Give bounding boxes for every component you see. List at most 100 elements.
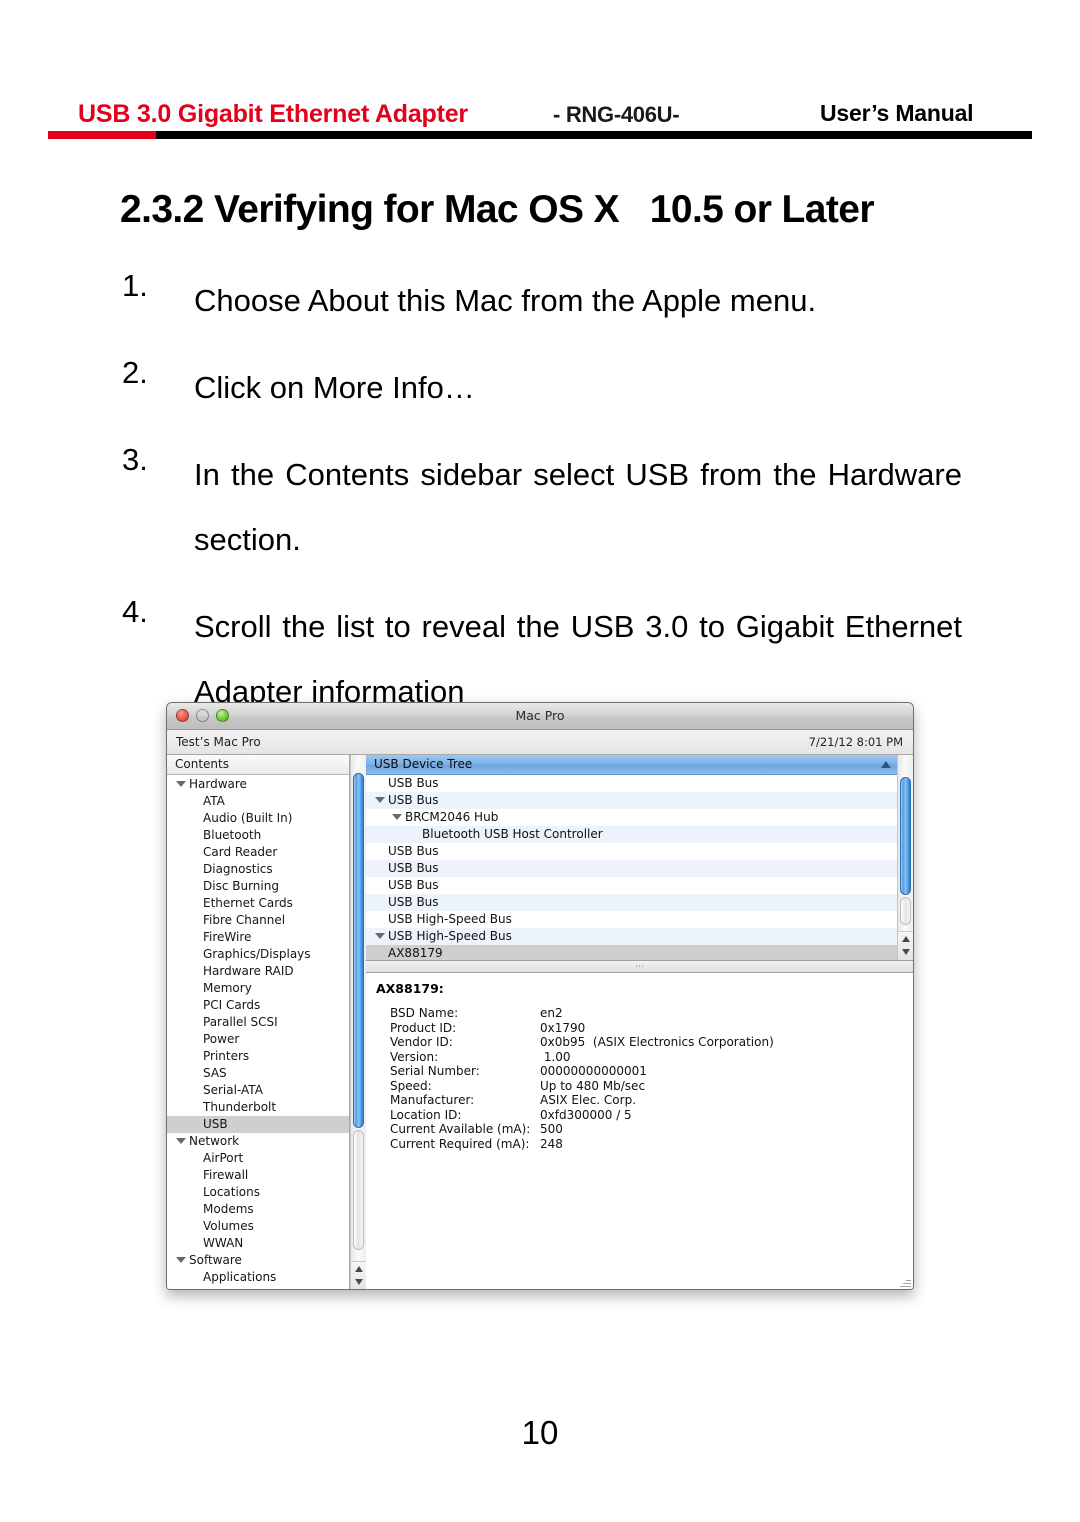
list-item-number: 3. (122, 442, 148, 477)
detail-key: Current Available (mA): (390, 1122, 531, 1136)
device-tree-scroll-arrows[interactable] (898, 931, 913, 960)
sidebar-item-usb[interactable]: USB (167, 1116, 349, 1133)
device-tree-column-label: USB Device Tree (374, 757, 473, 771)
sidebar-scroll-area[interactable]: Hardware ATA Audio (Built In) Bluetooth Card… (167, 775, 349, 1289)
sort-ascending-icon[interactable] (881, 761, 891, 768)
sidebar-item-software[interactable]: Software (167, 1252, 349, 1269)
sidebar-item-ata[interactable]: ATA (167, 793, 349, 810)
table-row[interactable]: BRCM2046 Hub (366, 809, 897, 826)
scroll-down-icon[interactable] (902, 949, 910, 955)
sidebar-scrollbar[interactable] (350, 755, 366, 1289)
table-row[interactable]: AX88179 (366, 945, 897, 960)
sidebar-item-sas[interactable]: SAS (167, 1065, 349, 1082)
sidebar-item-ethernet-cards[interactable]: Ethernet Cards (167, 895, 349, 912)
sidebar-scrollbar-track[interactable] (351, 755, 366, 1262)
sidebar-item-label: Fibre Channel (203, 913, 286, 927)
sidebar-item-airport[interactable]: AirPort (167, 1150, 349, 1167)
window-resize-handle[interactable] (898, 1275, 912, 1289)
table-row[interactable]: USB High-Speed Bus (366, 928, 897, 945)
usb-device-tree[interactable]: USB Device Tree USB Bus USB Bus BRCM2046 H… (366, 755, 897, 960)
sidebar-scrollbar-thumb-lower[interactable] (353, 1130, 364, 1250)
disclosure-triangle-icon[interactable] (176, 1256, 186, 1263)
pane-splitter[interactable]: ⋯ (366, 961, 913, 973)
sidebar-column-header: Contents (167, 755, 349, 775)
detail-value: ASIX Elec. Corp. (540, 1093, 637, 1107)
table-row[interactable]: USB High-Speed Bus (366, 911, 897, 928)
table-row[interactable]: USB Bus (366, 775, 897, 792)
sidebar-item-label: Locations (203, 1185, 261, 1199)
table-row[interactable]: USB Bus (366, 860, 897, 877)
sidebar-item-parallel-scsi[interactable]: Parallel SCSI (167, 1014, 349, 1031)
scroll-up-icon[interactable] (355, 1266, 363, 1272)
disclosure-triangle-icon[interactable] (392, 813, 402, 820)
sidebar-item-modems[interactable]: Modems (167, 1201, 349, 1218)
sidebar-item-pci-cards[interactable]: PCI Cards (167, 997, 349, 1014)
sidebar-item-label: Memory (203, 981, 252, 995)
device-tree-row-label: USB High-Speed Bus (388, 929, 512, 943)
zoom-button[interactable] (216, 709, 229, 722)
sidebar-item-fibre-channel[interactable]: Fibre Channel (167, 912, 349, 929)
sidebar-item-thunderbolt[interactable]: Thunderbolt (167, 1099, 349, 1116)
sidebar-item-memory[interactable]: Memory (167, 980, 349, 997)
sidebar-item-disc-burning[interactable]: Disc Burning (167, 878, 349, 895)
sidebar-item-graphics-displays[interactable]: Graphics/Displays (167, 946, 349, 963)
table-row[interactable]: USB Bus (366, 792, 897, 809)
sidebar-item-firewall[interactable]: Firewall (167, 1167, 349, 1184)
detail-value: 1.00 (540, 1049, 571, 1064)
device-tree-column-header[interactable]: USB Device Tree (366, 755, 897, 775)
disclosure-triangle-icon[interactable] (176, 780, 186, 787)
detail-row: Current Required (mA): 248 (376, 1137, 913, 1152)
device-tree-scrollbar-thumb[interactable] (900, 777, 911, 895)
sidebar-item-firewire[interactable]: FireWire (167, 929, 349, 946)
table-row[interactable]: USB Bus (366, 877, 897, 894)
report-timestamp: 7/21/12 8:01 PM (808, 735, 903, 749)
close-button[interactable] (176, 709, 189, 722)
detail-key: BSD Name: (390, 1006, 459, 1020)
minimize-button[interactable] (196, 709, 209, 722)
table-row[interactable]: USB Bus (366, 843, 897, 860)
detail-key: Speed: (390, 1078, 432, 1093)
sidebar-item-diagnostics[interactable]: Diagnostics (167, 861, 349, 878)
list-item: 2. Click on More Info… (122, 355, 962, 420)
product-title: USB 3.0 Gigabit Ethernet Adapter (78, 100, 468, 128)
sidebar-item-hardware[interactable]: Hardware (167, 776, 349, 793)
sidebar-item-label: Firewall (203, 1168, 249, 1182)
sidebar-item-bluetooth[interactable]: Bluetooth (167, 827, 349, 844)
sidebar-item-applications[interactable]: Applications (167, 1269, 349, 1286)
sidebar-item-card-reader[interactable]: Card Reader (167, 844, 349, 861)
sidebar-item-label: Parallel SCSI (203, 1015, 278, 1029)
detail-value: 0xfd300000 / 5 (540, 1107, 632, 1122)
sidebar-item-network[interactable]: Network (167, 1133, 349, 1150)
table-row[interactable]: Bluetooth USB Host Controller (366, 826, 897, 843)
sidebar-item-serial-ata[interactable]: Serial-ATA (167, 1082, 349, 1099)
sidebar-item-wwan[interactable]: WWAN (167, 1235, 349, 1252)
detail-key: Version: (390, 1049, 439, 1064)
device-tree-scrollbar-thumb-lower[interactable] (900, 897, 911, 925)
disclosure-triangle-icon[interactable] (176, 1137, 186, 1144)
device-tree-row-label: AX88179 (388, 946, 443, 960)
scroll-down-icon[interactable] (355, 1279, 363, 1285)
sidebar-item-audio-built-in[interactable]: Audio (Built In) (167, 810, 349, 827)
usb-device-tree-section: USB Device Tree USB Bus USB Bus BRCM2046 H… (366, 755, 913, 961)
disclosure-triangle-icon[interactable] (375, 932, 385, 939)
page-header: USB 3.0 Gigabit Ethernet Adapter - RNG-4… (48, 100, 1032, 142)
model-number: - RNG-406U- (553, 102, 680, 127)
machine-summary-bar: Test’s Mac Pro 7/21/12 8:01 PM (167, 730, 913, 755)
sidebar-item-label: Ethernet Cards (203, 896, 293, 910)
list-item-number: 2. (122, 355, 148, 390)
sidebar-scroll-arrows[interactable] (351, 1261, 366, 1289)
sidebar-item-power[interactable]: Power (167, 1031, 349, 1048)
sidebar-item-volumes[interactable]: Volumes (167, 1218, 349, 1235)
table-row[interactable]: USB Bus (366, 894, 897, 911)
sidebar-item-printers[interactable]: Printers (167, 1048, 349, 1065)
detail-key: Product ID: (390, 1020, 457, 1035)
splitter-grip-icon[interactable]: ⋯ (635, 963, 644, 972)
sidebar-scrollbar-thumb[interactable] (353, 773, 364, 1128)
scroll-up-icon[interactable] (902, 936, 910, 942)
device-tree-scrollbar[interactable] (897, 755, 913, 960)
sidebar-item-locations[interactable]: Locations (167, 1184, 349, 1201)
disclosure-triangle-icon[interactable] (375, 796, 385, 803)
device-tree-scrollbar-track[interactable] (898, 755, 913, 932)
window-titlebar[interactable]: Mac Pro (167, 703, 913, 730)
sidebar-item-hardware-raid[interactable]: Hardware RAID (167, 963, 349, 980)
